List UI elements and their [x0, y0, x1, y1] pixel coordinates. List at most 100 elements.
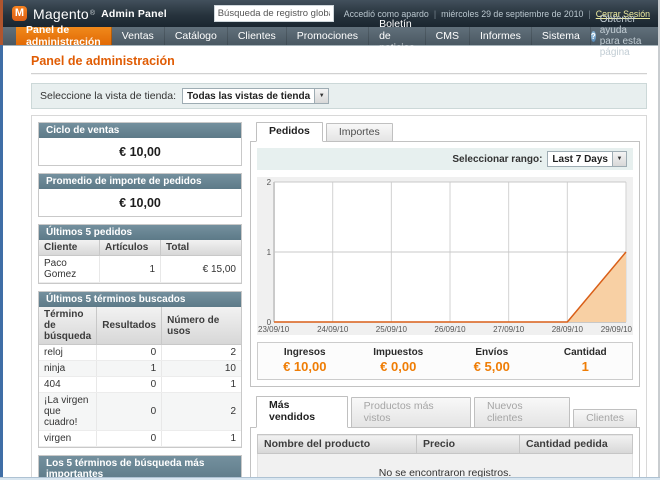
stat-label: Cantidad: [539, 347, 633, 358]
column-header: Nombre del producto: [258, 435, 417, 454]
column-header: Cliente: [39, 240, 100, 256]
dashboard-panel: Ciclo de ventas € 10,00 Promedio de impo…: [31, 115, 647, 480]
tab[interactable]: Clientes: [573, 409, 637, 428]
meta-separator: |: [434, 9, 436, 19]
stat-label: Impuestos: [352, 347, 446, 358]
window-left-border-accent: [0, 0, 3, 45]
main-content: Panel de administración Seleccione la vi…: [0, 46, 660, 480]
orders-panel: Seleccionar rango: Last 7 Days ▼ 01223/0…: [250, 141, 640, 387]
bestsellers-table: Nombre del productoPrecioCantidad pedida…: [257, 434, 633, 480]
totals-bar: Ingresos€ 10,00Impuestos€ 0,00Envíos€ 5,…: [257, 342, 633, 380]
last-search-terms-table: Término de búsquedaResultadosNúmero de u…: [39, 307, 241, 447]
column-header: Artículos: [100, 240, 161, 256]
browser-viewport: M Magento ® Admin Panel Accedió como apa…: [0, 0, 660, 480]
svg-text:2: 2: [267, 178, 272, 187]
nav-list: Panel de administraciónVentasCatálogoCli…: [0, 27, 591, 45]
stat-value: € 5,00: [445, 359, 539, 374]
table-cell: 1: [97, 361, 162, 377]
tab[interactable]: Pedidos: [256, 122, 323, 142]
column-header: Total: [161, 240, 242, 256]
nav-item[interactable]: Informes: [470, 27, 532, 45]
svg-text:26/09/10: 26/09/10: [434, 325, 466, 334]
orders-chart: 01223/09/1024/09/1025/09/1026/09/1027/09…: [257, 177, 633, 335]
svg-text:24/09/10: 24/09/10: [317, 325, 349, 334]
nav-item[interactable]: Clientes: [228, 27, 287, 45]
nav-item[interactable]: Catálogo: [165, 27, 228, 45]
registered-mark: ®: [90, 10, 95, 17]
range-bar: Seleccionar rango: Last 7 Days ▼: [257, 148, 633, 170]
bestsellers-panel: Nombre del productoPrecioCantidad pedida…: [250, 427, 640, 480]
table-cell: 1: [162, 431, 241, 447]
stat-label: Ingresos: [258, 347, 352, 358]
table-cell: 0: [97, 431, 162, 447]
store-view-bar: Seleccione la vista de tienda: Todas las…: [31, 83, 647, 109]
help-label: Obtener ayuda para esta página: [600, 14, 648, 58]
range-selected: Last 7 Days: [548, 152, 612, 166]
nav-item[interactable]: Panel de administración: [16, 27, 112, 45]
chevron-down-icon: ▼: [314, 89, 328, 103]
average-order-card: Promedio de importe de pedidos € 10,00: [38, 173, 242, 217]
total-stat: Envíos€ 5,00: [445, 347, 539, 374]
lifetime-sales-title: Ciclo de ventas: [39, 123, 241, 138]
bottom-tabs: Más vendidosProductos más vistosNuevos c…: [250, 396, 640, 428]
stat-value: € 10,00: [258, 359, 352, 374]
table-row: ninja110: [39, 361, 241, 377]
nav-item[interactable]: CMS: [426, 27, 470, 45]
table-cell: 1: [162, 377, 241, 393]
column-header: Cantidad pedida: [520, 435, 633, 454]
logged-in-as: Accedió como apardo: [344, 9, 429, 19]
tab[interactable]: Nuevos clientes: [474, 397, 570, 428]
range-select[interactable]: Last 7 Days ▼: [547, 151, 627, 167]
nav-item[interactable]: Boletín de noticias: [369, 27, 426, 45]
total-stat: Cantidad1: [539, 347, 633, 374]
last-orders-title: Últimos 5 pedidos: [39, 225, 241, 240]
last-search-terms-title: Últimos 5 términos buscados: [39, 292, 241, 307]
nav-item[interactable]: Ventas: [112, 27, 165, 45]
nav-item[interactable]: Promociones: [287, 27, 369, 45]
svg-text:28/09/10: 28/09/10: [552, 325, 584, 334]
table-cell: 1: [100, 256, 161, 283]
column-header: Precio: [417, 435, 520, 454]
table-cell: virgen: [39, 431, 97, 447]
help-link[interactable]: ? Obtener ayuda para esta página: [591, 27, 660, 45]
table-row: 40401: [39, 377, 241, 393]
chevron-down-icon: ▼: [612, 152, 626, 166]
column-header: Número de usos: [162, 307, 241, 345]
last-orders-card: Últimos 5 pedidos ClienteArtículosTotalP…: [38, 224, 242, 284]
table-cell: 10: [162, 361, 241, 377]
total-stat: Impuestos€ 0,00: [352, 347, 446, 374]
lifetime-sales-value: € 10,00: [39, 138, 241, 165]
store-view-select[interactable]: Todas las vistas de tienda ▼: [182, 88, 329, 104]
table-cell: reloj: [39, 345, 97, 361]
global-search-input[interactable]: [214, 5, 334, 22]
brand-suffix: Admin Panel: [101, 8, 167, 20]
tab[interactable]: Importes: [326, 123, 393, 142]
last-orders-table: ClienteArtículosTotalPaco Gomez1€ 15,00: [39, 240, 241, 283]
stat-label: Envíos: [445, 347, 539, 358]
column-header: Resultados: [97, 307, 162, 345]
average-order-title: Promedio de importe de pedidos: [39, 174, 241, 189]
stat-value: € 0,00: [352, 359, 446, 374]
dashboard-right-column: PedidosImportes Seleccionar rango: Last …: [250, 122, 640, 480]
help-icon: ?: [591, 31, 596, 42]
orders-tabs: PedidosImportes: [250, 122, 640, 142]
table-cell: 404: [39, 377, 97, 393]
lifetime-sales-card: Ciclo de ventas € 10,00: [38, 122, 242, 166]
table-cell: ¡La virgen que cuadro!: [39, 393, 97, 431]
tab[interactable]: Más vendidos: [256, 396, 348, 428]
svg-text:23/09/10: 23/09/10: [258, 325, 290, 334]
svg-text:29/09/10: 29/09/10: [601, 325, 633, 334]
store-view-selected: Todas las vistas de tienda: [183, 89, 314, 103]
tab[interactable]: Productos más vistos: [351, 397, 471, 428]
table-cell: 0: [97, 377, 162, 393]
store-view-label: Seleccione la vista de tienda:: [40, 90, 176, 102]
page-head: Panel de administración: [31, 54, 647, 74]
nav-item[interactable]: Sistema: [532, 27, 591, 45]
page-title: Panel de administración: [31, 54, 647, 68]
dashboard-left-column: Ciclo de ventas € 10,00 Promedio de impo…: [38, 122, 242, 480]
stat-value: 1: [539, 359, 633, 374]
average-order-value: € 10,00: [39, 189, 241, 216]
magento-logo-icon: M: [12, 6, 27, 21]
svg-text:27/09/10: 27/09/10: [493, 325, 525, 334]
window-left-border: [0, 0, 3, 480]
